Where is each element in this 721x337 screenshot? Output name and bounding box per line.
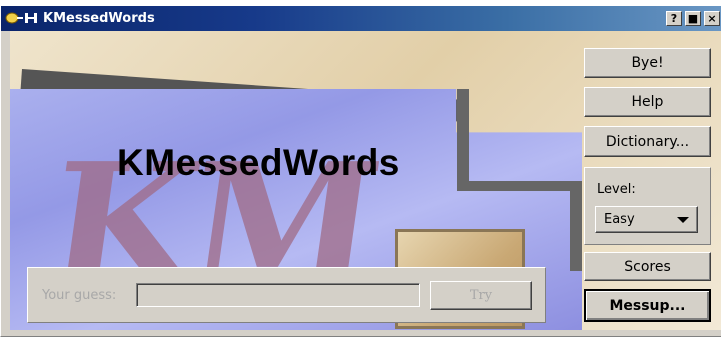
- bye-button-label: Bye!: [631, 55, 664, 71]
- scores-button[interactable]: Scores: [584, 252, 711, 281]
- guess-panel: Your guess: Try: [27, 267, 546, 323]
- close-window-button[interactable]: ×: [704, 11, 720, 26]
- background-art-shadow-vertical: [570, 181, 582, 271]
- background-art-shadow-step: [457, 181, 577, 191]
- guess-label: Your guess:: [42, 288, 117, 303]
- help-button[interactable]: Help: [584, 87, 711, 117]
- level-label: Level:: [597, 182, 636, 197]
- maximize-window-button[interactable]: ■: [685, 11, 701, 26]
- triangle-down-icon: [677, 217, 689, 223]
- messup-button[interactable]: Messup...: [584, 289, 711, 322]
- dictionary-button-label: Dictionary...: [605, 133, 690, 150]
- bye-button[interactable]: Bye!: [584, 48, 711, 78]
- kde-window-icon[interactable]: [5, 10, 41, 27]
- title-bar[interactable]: KMessedWords ? ■ ×: [1, 6, 721, 31]
- messup-button-label: Messup...: [609, 297, 686, 314]
- level-panel: Level: Easy: [584, 167, 711, 245]
- guess-input[interactable]: [136, 283, 420, 307]
- app-window: KMessedWords ? ■ × KM KMessedWords Bye! …: [0, 6, 721, 337]
- window-title: KMessedWords: [43, 11, 155, 26]
- try-button[interactable]: Try: [430, 281, 532, 310]
- dictionary-button[interactable]: Dictionary...: [584, 126, 711, 157]
- help-window-button[interactable]: ?: [666, 11, 682, 26]
- scores-button-label: Scores: [624, 258, 671, 275]
- app-title: KMessedWords: [117, 142, 400, 183]
- level-select[interactable]: Easy: [595, 206, 698, 233]
- level-selected-value: Easy: [604, 212, 635, 227]
- help-button-label: Help: [631, 94, 664, 110]
- background-art-shadow: [457, 89, 469, 189]
- try-button-label: Try: [469, 288, 493, 303]
